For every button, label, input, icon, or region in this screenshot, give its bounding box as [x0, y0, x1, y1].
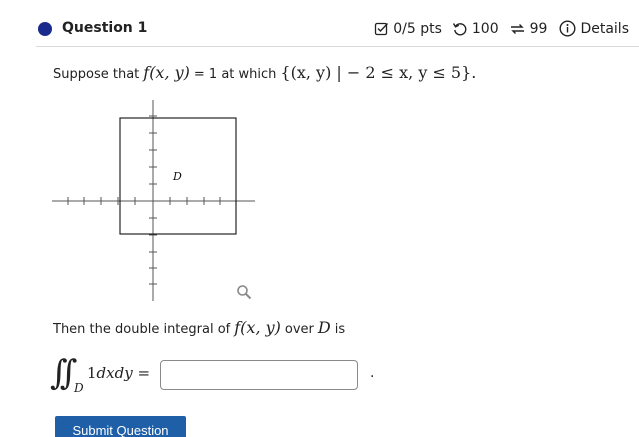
details-label: Details — [580, 20, 629, 37]
submit-question-button[interactable]: Submit Question — [55, 416, 186, 437]
line2-after: is — [334, 322, 346, 337]
prompt-text-before: Suppose that — [53, 67, 140, 82]
line2-function: f(x, y) — [234, 318, 281, 337]
resubmit-icon — [510, 23, 524, 34]
differential: dxdy — [96, 364, 133, 382]
line2-middle: over — [284, 322, 314, 337]
retries-indicator: 100 — [452, 21, 499, 37]
submissions-count: 99 — [529, 20, 548, 37]
question-prompt: Suppose that f(x, y) = 1 at which {(x, y… — [53, 63, 476, 82]
region-d-label: D — [172, 170, 182, 183]
line2-region: D — [317, 318, 331, 337]
points-text: 0/5 pts — [393, 20, 442, 37]
retry-icon — [452, 22, 467, 35]
integral-signs: ∫∫ — [50, 353, 78, 393]
checkbox-icon — [375, 22, 389, 36]
header-divider — [36, 46, 639, 47]
trailing-period: . — [370, 365, 375, 381]
integral-subscript: D — [74, 381, 84, 395]
line2-text-before: Then the double integral of — [53, 322, 231, 337]
integral-equals: = — [137, 364, 151, 382]
prompt-set: {(x, y) | − 2 ≤ x, y ≤ 5}. — [280, 63, 477, 82]
region-graph: D — [52, 100, 257, 303]
question-meta: 0/5 pts 100 99 Details — [374, 20, 629, 37]
prompt-equals-text: = 1 at which — [193, 67, 277, 82]
answer-input[interactable] — [160, 360, 358, 390]
points-indicator: 0/5 pts — [374, 21, 442, 37]
zoom-button[interactable] — [236, 284, 252, 304]
coordinate-plane: D — [52, 100, 255, 301]
question-title: Question 1 — [62, 20, 148, 36]
double-integral-expression: ∫∫ D 1dxdy = — [50, 353, 160, 399]
prompt-function: f(x, y) — [143, 63, 190, 82]
integrand: 1 — [87, 364, 97, 382]
integral-body: 1dxdy = — [87, 364, 150, 382]
question-header: Question 1 0/5 pts 100 99 Details — [0, 0, 639, 46]
question-status-dot — [38, 22, 52, 36]
retries-count: 100 — [471, 20, 499, 37]
submissions-indicator: 99 — [509, 20, 548, 37]
integral-prompt: Then the double integral of f(x, y) over… — [53, 318, 345, 337]
details-link[interactable]: Details — [559, 20, 629, 37]
magnifier-icon — [237, 285, 252, 300]
info-icon — [559, 20, 576, 37]
